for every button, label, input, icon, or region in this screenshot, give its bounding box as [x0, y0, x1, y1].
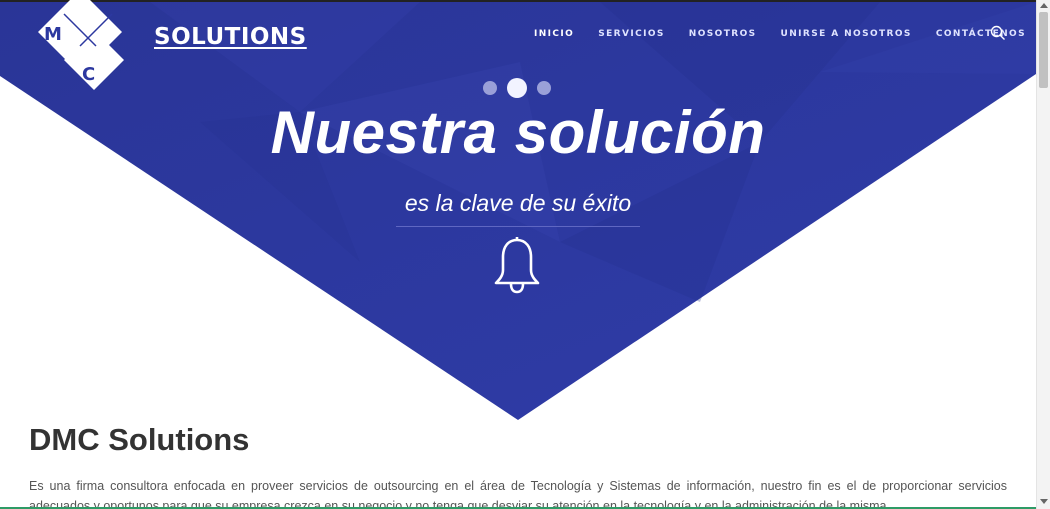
- nav-item-contactenos[interactable]: CONTÁCTENOS: [936, 29, 1026, 39]
- main-nav: INICIO SERVICIOS NOSOTROS UNIRSE A NOSOT…: [534, 27, 1026, 41]
- slider-dots: [482, 78, 554, 98]
- vertical-scrollbar[interactable]: [1036, 0, 1050, 509]
- nav-item-unirse[interactable]: UNIRSE A NOSOTROS: [781, 29, 912, 39]
- hero-divider: [396, 226, 640, 227]
- logo-text: SOLUTIONS: [154, 24, 307, 50]
- nav-item-inicio[interactable]: INICIO: [534, 29, 574, 39]
- bell-icon: [492, 236, 542, 296]
- logo-letter-m: M: [44, 24, 62, 45]
- scroll-up-arrow-icon[interactable]: [1040, 3, 1048, 8]
- page-title: DMC Solutions: [29, 422, 250, 457]
- scrollbar-thumb[interactable]: [1039, 12, 1048, 88]
- nav-item-nosotros[interactable]: NOSOTROS: [689, 29, 757, 39]
- scroll-down-arrow-icon[interactable]: [1040, 499, 1048, 504]
- logo-letter-c: C: [82, 64, 95, 85]
- hero-subheadline: es la clave de su éxito: [404, 190, 632, 216]
- search-icon[interactable]: [990, 25, 1006, 41]
- puzzle-logo-icon: M C: [38, 0, 124, 90]
- company-logo[interactable]: M C SOLUTIONS: [34, 0, 306, 94]
- slider-dot-3[interactable]: [537, 81, 551, 95]
- slider-dot-1[interactable]: [483, 81, 497, 95]
- hero-headline: Nuestra solución: [270, 99, 766, 166]
- slider-dot-2[interactable]: [507, 78, 527, 98]
- nav-item-servicios[interactable]: SERVICIOS: [598, 29, 665, 39]
- intro-paragraph: Es una firma consultora enfocada en prov…: [29, 479, 1007, 509]
